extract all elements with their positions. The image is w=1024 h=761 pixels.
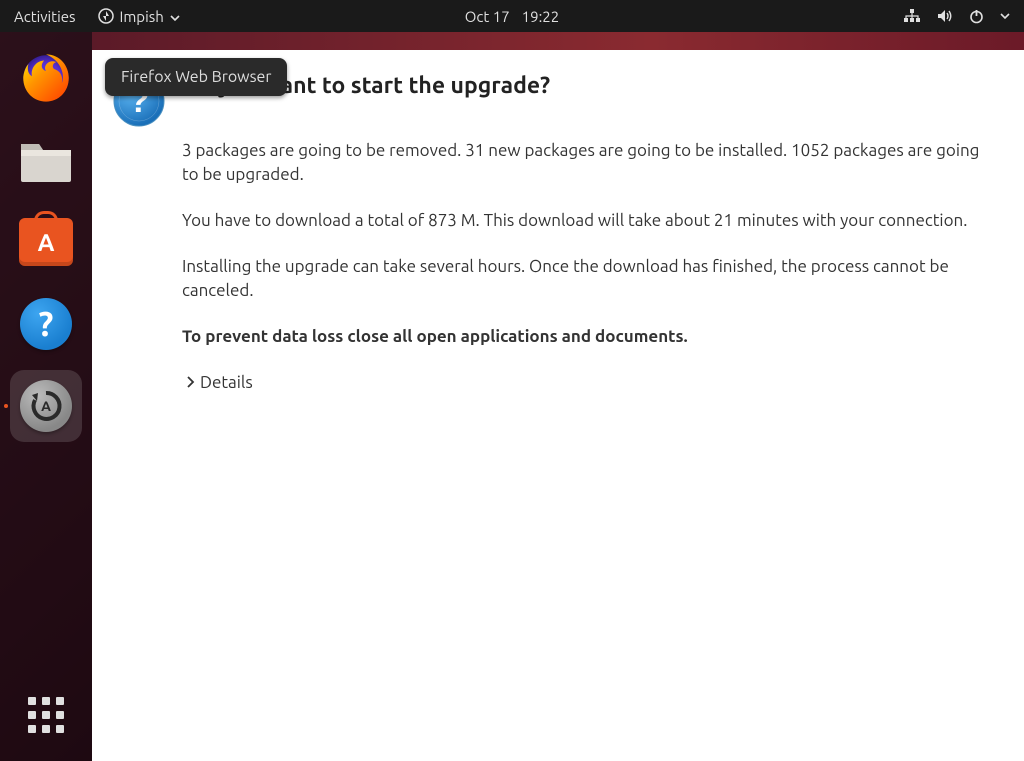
network-icon xyxy=(903,8,921,24)
dialog-packages-text: 3 packages are going to be removed. 31 n… xyxy=(182,139,998,187)
dock-item-help[interactable]: ? xyxy=(10,288,82,360)
dock: A ? A xyxy=(0,32,92,761)
dock-tooltip: Firefox Web Browser xyxy=(105,58,287,96)
chevron-right-icon xyxy=(186,371,196,395)
dialog-download-text: You have to download a total of 873 M. T… xyxy=(182,209,998,233)
clock-time: 19:22 xyxy=(522,8,560,25)
help-icon: ? xyxy=(16,294,76,354)
app-menu-icon xyxy=(98,8,114,24)
clock[interactable]: Oct 17 19:22 xyxy=(465,8,559,25)
system-status-area[interactable] xyxy=(903,8,1010,24)
firefox-icon xyxy=(16,48,76,108)
top-panel: Activities Impish Oct 17 19:22 xyxy=(0,0,1024,32)
details-label: Details xyxy=(200,371,253,395)
show-applications-button[interactable] xyxy=(10,679,82,751)
question-icon: ? xyxy=(112,70,166,761)
upgrade-dialog: ? Do you want to start the upgrade? 3 pa… xyxy=(92,50,1024,761)
dialog-install-text: Installing the upgrade can take several … xyxy=(182,255,998,303)
dock-item-updater[interactable]: A xyxy=(10,370,82,442)
chevron-down-icon xyxy=(170,8,180,25)
dock-item-firefox[interactable] xyxy=(10,42,82,114)
svg-text:A: A xyxy=(41,398,51,414)
dock-item-software[interactable]: A xyxy=(10,206,82,278)
app-menu[interactable]: Impish xyxy=(98,8,180,25)
files-icon xyxy=(16,130,76,190)
app-menu-label: Impish xyxy=(120,8,164,25)
chevron-down-icon xyxy=(1000,13,1010,20)
apps-grid-icon xyxy=(28,697,64,733)
dialog-warning-text: To prevent data loss close all open appl… xyxy=(182,325,998,349)
software-updater-icon: A xyxy=(16,376,76,436)
details-expander[interactable]: Details xyxy=(186,371,253,395)
software-store-icon: A xyxy=(16,212,76,272)
activities-button[interactable]: Activities xyxy=(14,8,76,25)
upgrade-window: ? Do you want to start the upgrade? 3 pa… xyxy=(92,32,1024,761)
dialog-title: Do you want to start the upgrade? xyxy=(182,70,998,103)
dialog-content: Do you want to start the upgrade? 3 pack… xyxy=(182,70,998,761)
clock-date: Oct 17 xyxy=(465,8,510,25)
topbar-left: Activities Impish xyxy=(14,8,180,25)
volume-icon xyxy=(937,9,953,23)
power-icon xyxy=(969,9,984,24)
dock-item-files[interactable] xyxy=(10,124,82,196)
window-titlebar[interactable] xyxy=(92,32,1024,50)
